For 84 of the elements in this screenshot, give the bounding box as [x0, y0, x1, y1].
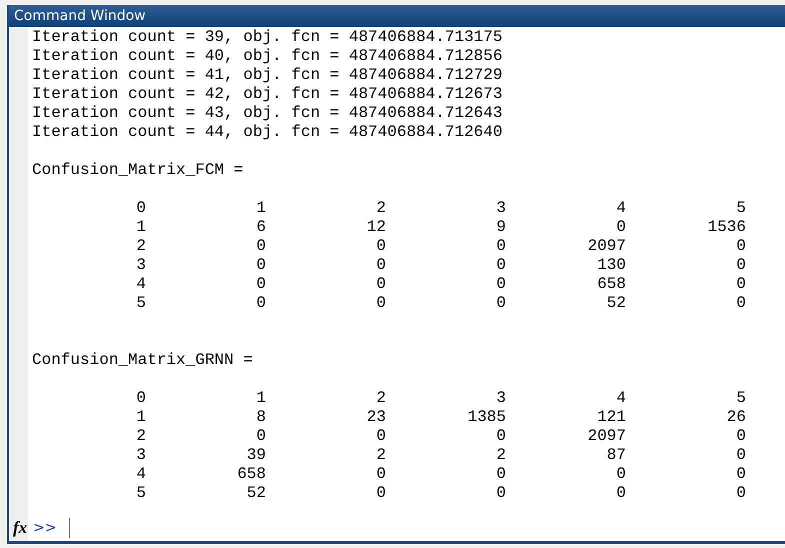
- matrix-value: 0: [495, 237, 506, 256]
- matrix-value: 4: [135, 465, 146, 484]
- output-line: Iteration count = 39, obj. fcn = 487406884.713175: [32, 28, 504, 47]
- output-line: Iteration count = 42, obj. fcn = 487406884.712673: [32, 85, 504, 104]
- matrix-value: 0: [735, 446, 746, 465]
- matrix-value: 130: [596, 256, 626, 275]
- matrix-value: 0: [495, 427, 506, 446]
- matrix-value: 5: [135, 294, 146, 313]
- matrix-value: 0: [735, 484, 746, 503]
- matrix-value: 39: [246, 446, 266, 465]
- matrix-value: 2: [495, 446, 506, 465]
- matrix-value: 3: [495, 389, 506, 408]
- matrix-value: 3: [495, 199, 506, 218]
- matrix-value: 1385: [466, 408, 506, 427]
- matrix-value: 4: [615, 199, 626, 218]
- matrix-value: 0: [135, 199, 146, 218]
- output-line: Iteration count = 40, obj. fcn = 487406884.712856: [32, 47, 504, 66]
- matrix-value: 0: [255, 237, 266, 256]
- matrix-value: 0: [735, 294, 746, 313]
- matrix-value: 5: [135, 484, 146, 503]
- matrix-value: 2: [375, 199, 386, 218]
- matrix-value: 0: [495, 465, 506, 484]
- matrix-value: 2: [135, 237, 146, 256]
- matrix-value: 0: [255, 427, 266, 446]
- matrix-value: 0: [375, 484, 386, 503]
- matrix-value: 4: [615, 389, 626, 408]
- matrix-value: 0: [135, 389, 146, 408]
- matrix-value: 2097: [586, 427, 626, 446]
- output-line: Iteration count = 43, obj. fcn = 487406884.712643: [32, 104, 504, 123]
- matrix-value: 4: [135, 275, 146, 294]
- matrix-value: 0: [375, 294, 386, 313]
- variable-name: Confusion_Matrix_GRNN =: [32, 351, 254, 370]
- matrix-value: 3: [135, 256, 146, 275]
- matrix-value: 2: [375, 446, 386, 465]
- matrix-value: 0: [375, 256, 386, 275]
- matrix-value: 0: [255, 294, 266, 313]
- matrix-value: 0: [255, 275, 266, 294]
- matrix-value: 3: [135, 446, 146, 465]
- matrix-value: 0: [375, 427, 386, 446]
- matrix-value: 658: [236, 465, 266, 484]
- matrix-value: 26: [726, 408, 746, 427]
- matrix-value: 0: [495, 484, 506, 503]
- command-prompt: >>: [33, 520, 57, 536]
- matrix-value: 0: [495, 294, 506, 313]
- matrix-value: 0: [615, 484, 626, 503]
- matrix-value: 0: [735, 275, 746, 294]
- matrix-value: 0: [735, 237, 746, 256]
- matrix-value: 0: [495, 275, 506, 294]
- matrix-value: 121: [596, 408, 626, 427]
- matrix-value: 2: [375, 389, 386, 408]
- matrix-value: 12: [366, 218, 386, 237]
- matrix-value: 5: [735, 199, 746, 218]
- matrix-value: 52: [606, 294, 626, 313]
- matrix-value: 9: [495, 218, 506, 237]
- matrix-value: 1: [135, 218, 146, 237]
- matrix-value: 1536: [706, 218, 746, 237]
- text-cursor: [68, 518, 70, 538]
- matrix-value: 0: [495, 256, 506, 275]
- matrix-value: 5: [735, 389, 746, 408]
- matrix-value: 1: [135, 408, 146, 427]
- matrix-value: 6: [255, 218, 266, 237]
- matrix-value: 0: [375, 275, 386, 294]
- matrix-value: 1: [255, 199, 266, 218]
- variable-name: Confusion_Matrix_FCM =: [32, 161, 244, 180]
- matrix-value: 52: [246, 484, 266, 503]
- matrix-value: 23: [366, 408, 386, 427]
- matrix-value: 0: [615, 218, 626, 237]
- output-line: Iteration count = 44, obj. fcn = 487406884.712640: [32, 123, 504, 142]
- matrix-value: 0: [375, 237, 386, 256]
- matrix-value: 0: [255, 256, 266, 275]
- matrix-value: 2: [135, 427, 146, 446]
- matrix-value: 2097: [586, 237, 626, 256]
- matrix-value: 0: [735, 256, 746, 275]
- window-title: Command Window: [9, 5, 785, 27]
- matrix-value: 87: [606, 446, 626, 465]
- function-button[interactable]: fx: [11, 518, 30, 538]
- matrix-value: 0: [735, 465, 746, 484]
- matrix-value: 0: [615, 465, 626, 484]
- output-line: Iteration count = 41, obj. fcn = 487406884.712729: [32, 66, 504, 85]
- matrix-value: 1: [255, 389, 266, 408]
- matrix-value: 8: [255, 408, 266, 427]
- matrix-value: 658: [596, 275, 626, 294]
- matrix-value: 0: [735, 427, 746, 446]
- matrix-value: 0: [375, 465, 386, 484]
